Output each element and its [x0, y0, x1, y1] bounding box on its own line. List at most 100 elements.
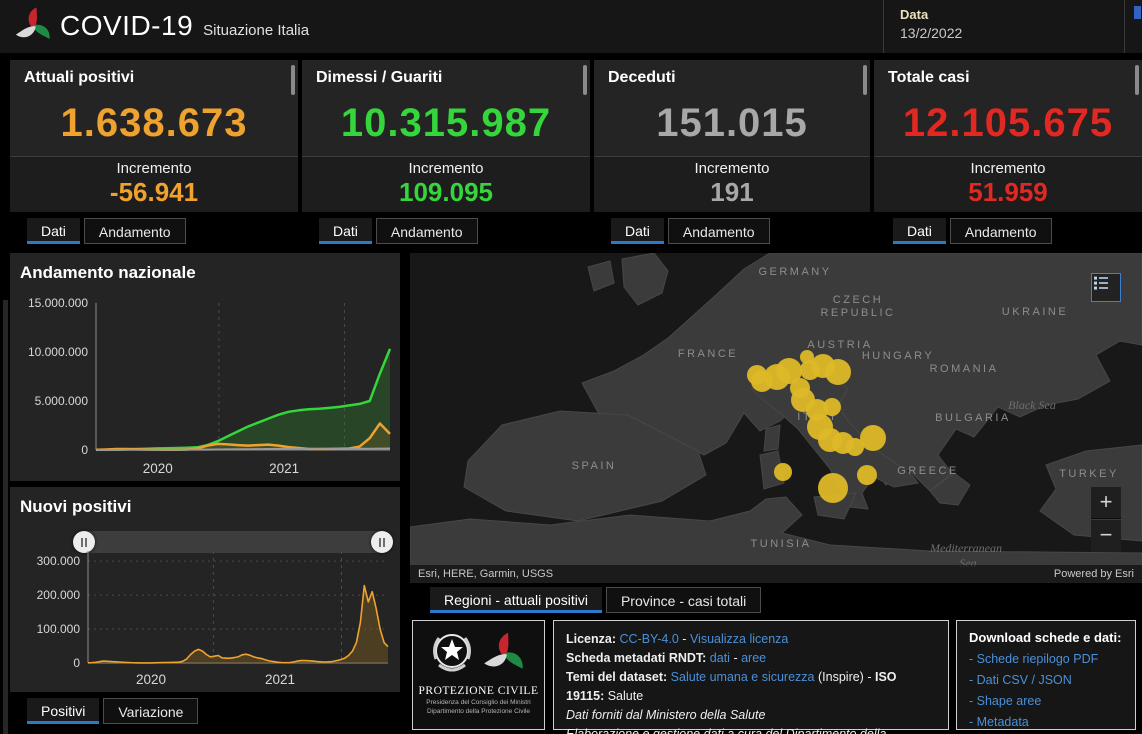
card-value: 1.638.673 — [10, 101, 298, 146]
tab-andamento[interactable]: Andamento — [84, 218, 186, 244]
increment-value: -56.941 — [10, 177, 298, 208]
tab-andamento[interactable]: Andamento — [376, 218, 478, 244]
download-link[interactable]: - Metadata — [969, 712, 1123, 733]
andamento-nazionale-chart[interactable]: 05.000.00010.000.00015.000.00020202021 — [12, 293, 398, 478]
covid-bubble[interactable] — [751, 370, 773, 392]
metadata-dati-link[interactable]: dati — [710, 651, 730, 665]
svg-text:15.000.000: 15.000.000 — [28, 296, 88, 310]
map-label-france: FRANCE — [678, 348, 738, 360]
tab-dati[interactable]: Dati — [893, 218, 946, 244]
card-scrollbar[interactable] — [583, 65, 587, 95]
elaboration-line: Elaborazione e gestione dati a cura del … — [566, 725, 936, 734]
view-license-link[interactable]: Visualizza licenza — [690, 632, 788, 646]
download-link[interactable]: - Dati CSV / JSON — [969, 670, 1123, 691]
increment-value: 109.095 — [302, 177, 590, 208]
map-sea-label: Mediterranean — [929, 541, 1002, 555]
covid-bubble[interactable] — [860, 425, 886, 451]
map-label-ukraine: UKRAINE — [1002, 306, 1068, 318]
card-value: 151.015 — [594, 101, 870, 146]
nuovi-positivi-chart[interactable]: 0100.000200.000300.00020202021 — [12, 543, 398, 689]
panel-andamento-nazionale: Andamento nazionale 05.000.00010.000.000… — [10, 253, 400, 481]
card-tabs: Dati Andamento — [27, 218, 186, 244]
tab-andamento[interactable]: Andamento — [668, 218, 770, 244]
separator: - — [733, 651, 737, 665]
iso-value: Salute — [608, 689, 643, 703]
svg-text:200.000: 200.000 — [37, 588, 81, 602]
tab-positivi[interactable]: Positivi — [27, 698, 99, 724]
tab-variazione[interactable]: Variazione — [103, 698, 198, 724]
map-label-turkey: TURKEY — [1059, 468, 1119, 480]
covid-bubble[interactable] — [857, 465, 877, 485]
cropped-widget-sliver — [1134, 6, 1141, 19]
card-scrollbar[interactable] — [291, 65, 295, 95]
card-scrollbar[interactable] — [863, 65, 867, 95]
increment-label: Incremento — [302, 160, 590, 177]
map-tabs: Regioni - attuali positivi Province - ca… — [430, 587, 761, 613]
svg-text:2020: 2020 — [143, 461, 173, 476]
card-dimessi-guariti: Dimessi / Guariti 10.315.987 Incremento … — [302, 60, 590, 212]
legend-button[interactable] — [1091, 273, 1121, 302]
tab-dati[interactable]: Dati — [27, 218, 80, 244]
license-line: Licenza: CC-BY-4.0 - Visualizza licenza — [566, 630, 936, 649]
tab-dati[interactable]: Dati — [319, 218, 372, 244]
logo-subtitle-1: Presidenza del Consiglio dei Ministri — [413, 699, 544, 706]
page-scrollbar[interactable] — [3, 300, 8, 734]
date-widget: Data 13/2/2022 — [883, 0, 1125, 53]
tab-province[interactable]: Province - casi totali — [606, 587, 761, 613]
chart-title: Nuovi positivi — [10, 487, 400, 517]
increment-value: 51.959 — [874, 177, 1142, 208]
covid-bubble[interactable] — [774, 463, 792, 481]
logo-subtitle-2: Dipartimento della Protezione Civile — [413, 708, 544, 715]
protezione-civile-tricolor-icon — [481, 629, 529, 679]
tab-dati[interactable]: Dati — [611, 218, 664, 244]
covid-bubble[interactable] — [823, 398, 841, 416]
app-subtitle: Situazione Italia — [203, 22, 309, 39]
svg-text:2020: 2020 — [136, 672, 166, 687]
zoom-in-button[interactable]: + — [1091, 487, 1121, 519]
map-label-germany: GERMANY — [758, 266, 831, 278]
date-label: Data — [900, 7, 1124, 22]
themes-link[interactable]: Salute umana e sicurezza — [671, 670, 815, 684]
download-panel: Download schede e dati: - Schede riepilo… — [956, 620, 1136, 730]
header: COVID-19 Situazione Italia Data 13/2/202… — [0, 0, 1142, 53]
svg-text:10.000.000: 10.000.000 — [28, 345, 88, 359]
download-link[interactable]: - Schede riepilogo PDF — [969, 649, 1123, 670]
map-label-bulgaria: BULGARIA — [935, 412, 1011, 424]
license-info-panel: Licenza: CC-BY-4.0 - Visualizza licenza … — [553, 620, 949, 730]
metadata-aree-link[interactable]: aree — [741, 651, 766, 665]
card-scrollbar[interactable] — [1135, 65, 1139, 95]
europe-map[interactable]: GERMANYCZECHREPUBLICUKRAINEAUSTRIAHUNGAR… — [410, 253, 1142, 583]
themes-label: Temi del dataset: — [566, 670, 667, 684]
app-title: COVID-19 — [60, 10, 193, 42]
svg-text:300.000: 300.000 — [37, 554, 81, 568]
map-label-tunisia: TUNISIA — [751, 538, 812, 550]
map-label-romania: ROMANIA — [930, 363, 999, 375]
italy-emblem-icon — [429, 629, 475, 679]
increment-value: 191 — [594, 177, 870, 208]
covid-bubble[interactable] — [825, 359, 851, 385]
download-title: Download schede e dati: — [969, 630, 1123, 645]
map-attribution-bar: Esri, HERE, Garmin, USGS Powered by Esri — [410, 565, 1142, 583]
tab-andamento[interactable]: Andamento — [950, 218, 1052, 244]
map-label-hungary: HUNGARY — [862, 350, 934, 362]
card-value: 10.315.987 — [302, 101, 590, 146]
card-title: Dimessi / Guariti — [302, 60, 590, 87]
tab-regioni[interactable]: Regioni - attuali positivi — [430, 587, 602, 613]
map-label-republic: REPUBLIC — [820, 307, 895, 319]
map-label-greece: GREECE — [897, 465, 958, 477]
logo-title: PROTEZIONE CIVILE — [413, 685, 544, 697]
panel-nuovi-positivi: Nuovi positivi 0100.000200.000300.000202… — [10, 487, 400, 692]
svg-text:0: 0 — [81, 443, 88, 457]
increment-label: Incremento — [874, 160, 1142, 177]
map-attribution: Esri, HERE, Garmin, USGS — [418, 565, 553, 583]
card-tabs: Dati Andamento — [611, 218, 770, 244]
map-label-czech: CZECH — [833, 294, 883, 306]
powered-by-esri[interactable]: Powered by Esri — [1054, 565, 1134, 583]
download-link[interactable]: - Shape aree — [969, 691, 1123, 712]
svg-text:5.000.000: 5.000.000 — [35, 394, 89, 408]
nuovi-positivi-tabs: Positivi Variazione — [27, 698, 198, 724]
covid-bubble[interactable] — [818, 473, 848, 503]
zoom-out-button[interactable]: − — [1091, 520, 1121, 552]
date-value: 13/2/2022 — [900, 25, 1124, 41]
license-link[interactable]: CC-BY-4.0 — [620, 632, 679, 646]
